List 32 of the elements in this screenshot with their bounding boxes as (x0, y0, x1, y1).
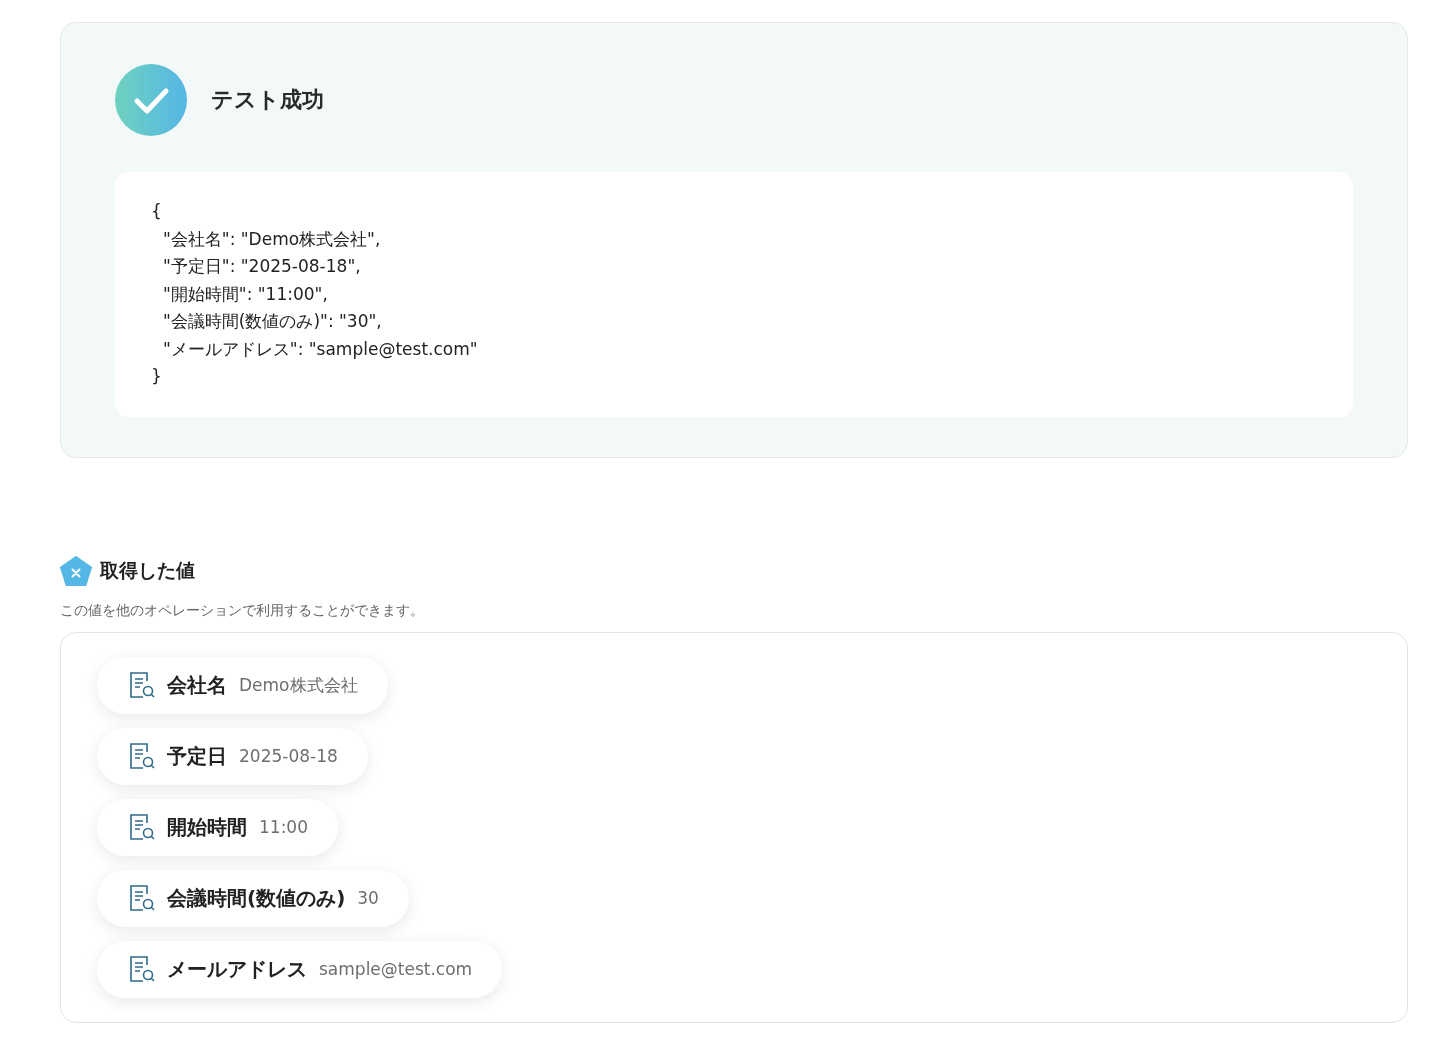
code-line: "会社名": "Demo株式会社", (162, 227, 382, 251)
section-title: 取得した値 (100, 557, 195, 583)
value-chip[interactable]: 予定日 2025-08-18 (97, 727, 368, 785)
value-label: 会社名 (167, 671, 227, 699)
code-line: "開始時間": "11:00", (162, 282, 329, 306)
code-line: "予定日": "2025-08-18", (162, 255, 362, 278)
section-description: この値を他のオペレーションで利用することができます。 (60, 601, 425, 620)
value-label: 開始時間 (167, 813, 247, 841)
value-label: メールアドレス (167, 955, 307, 983)
document-search-icon (129, 813, 155, 841)
value-chip[interactable]: 会社名 Demo株式会社 (97, 656, 388, 714)
value-text: Demo株式会社 (239, 673, 358, 697)
value-text: sample@test.com (319, 959, 473, 979)
value-label: 会議時間(数値のみ) (167, 884, 346, 912)
code-line: { (151, 200, 163, 223)
value-text: 2025-08-18 (239, 746, 338, 766)
value-chip[interactable]: メールアドレス sample@test.com (97, 940, 503, 998)
code-line: "会議時間(数値のみ)": "30", (162, 310, 383, 333)
code-line: } (151, 365, 163, 388)
code-line: "メールアドレス": "sample@test.com" (162, 337, 479, 361)
document-search-icon (129, 884, 155, 912)
value-label: 予定日 (167, 742, 227, 770)
document-search-icon (129, 742, 155, 770)
result-title: テスト成功 (211, 86, 324, 114)
document-search-icon (129, 955, 155, 983)
pentagon-x-icon (60, 555, 92, 586)
check-circle-icon (115, 64, 187, 136)
value-text: 11:00 (259, 817, 308, 837)
document-search-icon (129, 671, 155, 699)
value-chip[interactable]: 開始時間 11:00 (97, 798, 338, 856)
value-text: 30 (357, 888, 379, 908)
value-chip[interactable]: 会議時間(数値のみ) 30 (97, 869, 409, 927)
